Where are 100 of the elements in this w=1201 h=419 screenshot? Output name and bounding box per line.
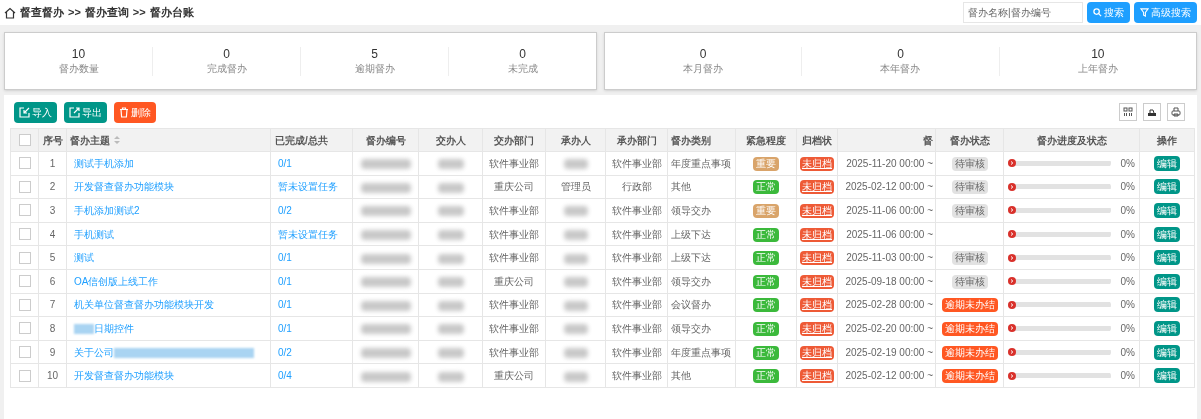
edit-button[interactable]: 编辑	[1154, 297, 1180, 313]
columns-button[interactable]	[1119, 103, 1137, 121]
advanced-search-button[interactable]: 高级搜索	[1134, 2, 1197, 23]
progress-count-link[interactable]: 0/1	[278, 275, 292, 287]
checkbox[interactable]	[18, 157, 31, 170]
edit-button[interactable]: 编辑	[1154, 250, 1180, 266]
progress-count-link[interactable]: 0/1	[278, 322, 292, 334]
column-header: 督办编号	[365, 134, 406, 146]
handler-name: 管理员	[560, 181, 591, 193]
time-text: 2025-11-03 00:00 ~	[846, 252, 933, 264]
department-text: 重庆公司	[494, 275, 534, 287]
progress-count-link[interactable]: 0/1	[278, 299, 292, 311]
sort-icon[interactable]	[114, 136, 120, 144]
subject-link[interactable]: 手机测试	[74, 228, 114, 240]
edit-button[interactable]: 编辑	[1154, 320, 1180, 336]
subject-link[interactable]: 关于公司	[74, 346, 114, 358]
checkbox[interactable]	[18, 134, 31, 146]
subject-link[interactable]: 测试手机添加	[74, 157, 134, 169]
row-number: 3	[49, 205, 56, 216]
blurred-text	[563, 206, 588, 217]
edit-button[interactable]: 编辑	[1154, 179, 1180, 195]
row-number: 8	[49, 322, 56, 334]
department-text: 软件事业部	[489, 252, 539, 264]
subject-link[interactable]: OA信创版上线工作	[74, 275, 159, 287]
checkbox[interactable]	[18, 298, 31, 311]
department-text: 软件事业部	[611, 205, 662, 216]
columns-icon	[1123, 107, 1133, 117]
import-button[interactable]: 导入	[14, 101, 57, 123]
progress-count-link[interactable]: 0/1	[278, 252, 292, 264]
column-header: 督办类别	[671, 134, 711, 146]
category-text: 上级下达	[671, 252, 711, 264]
status-tag: 逾期未办结	[941, 345, 998, 360]
department-text: 重庆公司	[494, 181, 534, 193]
time-text: 2025-11-20 00:00 ~	[846, 157, 933, 169]
subject-link[interactable]: 测试	[74, 252, 94, 264]
urgency-tag: 正常	[753, 227, 779, 242]
row-number: 10	[46, 370, 59, 382]
progress-count-link[interactable]: 0/2	[278, 205, 292, 216]
time-text: 2025-02-12 00:00 ~	[845, 370, 933, 382]
stat-value: 0	[897, 46, 904, 62]
stat-label: 督办数量	[58, 61, 99, 76]
urgency-tag: 正常	[753, 298, 779, 313]
export-table-button[interactable]	[1143, 103, 1161, 121]
department-text: 软件事业部	[611, 346, 662, 358]
column-header: 督	[923, 134, 933, 146]
row-number: 5	[49, 252, 56, 264]
edit-button[interactable]: 编辑	[1154, 155, 1180, 171]
status-tag: 待审核	[951, 180, 988, 195]
stat-value: 0	[519, 46, 526, 62]
department-text: 软件事业部	[489, 205, 539, 216]
checkbox[interactable]	[18, 180, 31, 193]
progress-percent: 0%	[1119, 251, 1135, 266]
progress-count-link[interactable]: 0/4	[278, 370, 292, 382]
edit-button[interactable]: 编辑	[1154, 226, 1180, 242]
progress-count-link[interactable]: 0/2	[278, 346, 292, 358]
export-button[interactable]: 导出	[64, 101, 107, 123]
search-button[interactable]: 搜索	[1087, 2, 1130, 23]
archive-tag: 未归档	[800, 321, 834, 336]
row-number: 6	[49, 275, 56, 287]
edit-button[interactable]: 编辑	[1154, 344, 1180, 360]
checkbox[interactable]	[18, 228, 31, 241]
blurred-text	[437, 229, 464, 240]
breadcrumb-item[interactable]: 督办台账	[149, 4, 194, 21]
row-number: 4	[49, 228, 56, 240]
import-icon	[19, 106, 30, 118]
home-icon	[4, 6, 16, 19]
urgency-tag: 正常	[753, 274, 779, 289]
checkbox[interactable]	[18, 204, 31, 217]
delete-button[interactable]: 删除	[114, 101, 156, 123]
breadcrumb-item[interactable]: 督办查询	[84, 4, 129, 21]
subject-link[interactable]: 日期控件	[94, 322, 134, 334]
column-header: 交办部门	[494, 134, 534, 146]
blurred-text	[437, 300, 464, 311]
edit-button[interactable]: 编辑	[1154, 273, 1180, 289]
checkbox[interactable]	[18, 322, 31, 335]
status-tag: 逾期未办结	[941, 321, 998, 336]
department-text: 软件事业部	[611, 252, 662, 264]
checkbox[interactable]	[18, 369, 31, 382]
progress-percent: 0%	[1119, 180, 1135, 195]
edit-button[interactable]: 编辑	[1154, 203, 1180, 218]
checkbox[interactable]	[18, 275, 31, 288]
progress-count-link[interactable]: 0/1	[278, 157, 292, 169]
progress-percent: 0%	[1119, 204, 1135, 218]
breadcrumb-item[interactable]: 督查督办	[20, 4, 64, 21]
subject-link[interactable]: 手机添加测试2	[74, 205, 140, 216]
stat-label: 上年督办	[1077, 61, 1118, 76]
checkbox[interactable]	[18, 251, 31, 264]
edit-button[interactable]: 编辑	[1154, 368, 1180, 384]
column-header[interactable]: 督办主题	[70, 132, 110, 148]
blurred-text	[360, 347, 411, 358]
print-button[interactable]	[1167, 103, 1185, 121]
blurred-text	[437, 371, 464, 382]
checkbox[interactable]	[18, 346, 31, 359]
blurred-text	[360, 229, 411, 240]
blurred-text	[437, 182, 464, 193]
blurred-text	[563, 347, 588, 358]
department-text: 软件事业部	[611, 299, 662, 311]
archive-tag: 未归档	[800, 345, 834, 360]
row-number: 2	[49, 181, 56, 193]
search-field[interactable]: 督办名称|督办编号	[963, 2, 1083, 23]
